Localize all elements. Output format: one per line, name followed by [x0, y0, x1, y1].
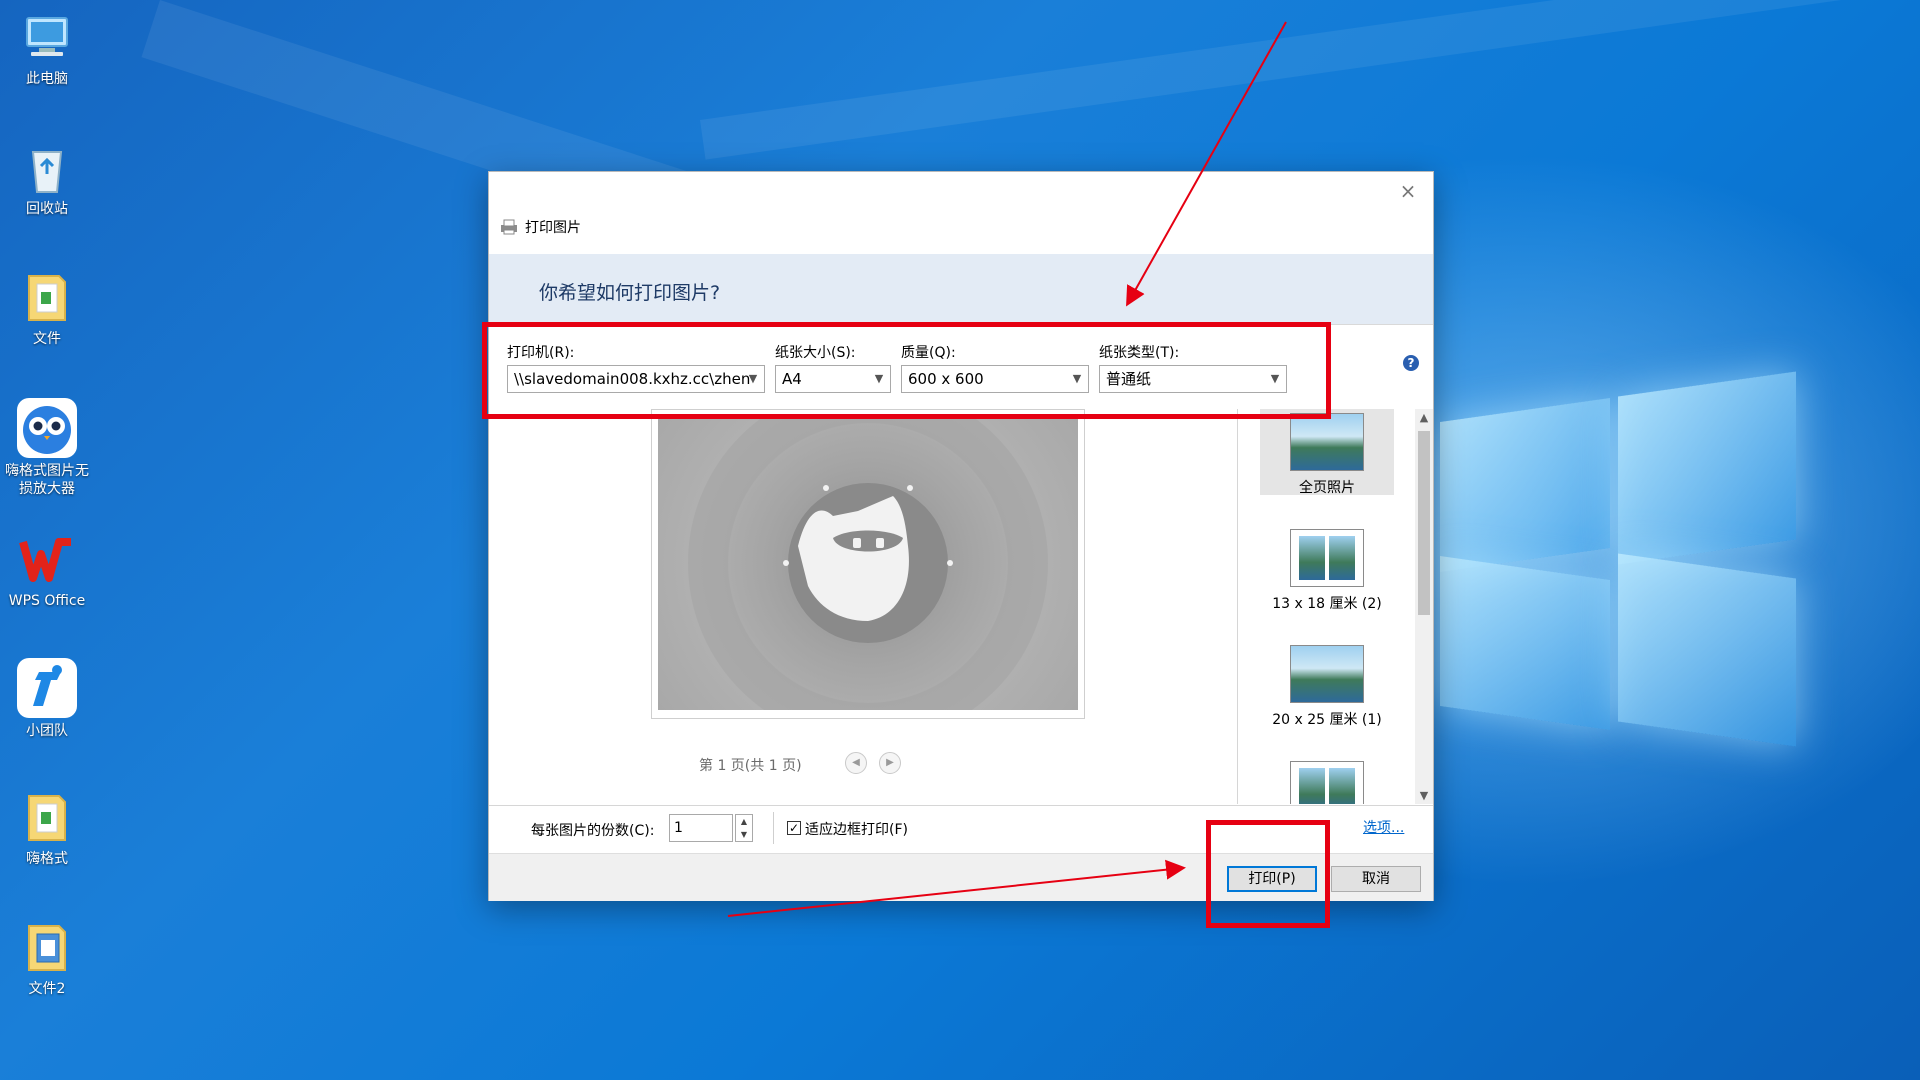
annotation-arrow [727, 859, 1186, 917]
annotation-arrow [1126, 21, 1287, 307]
annotation-arrows [727, 21, 1287, 917]
